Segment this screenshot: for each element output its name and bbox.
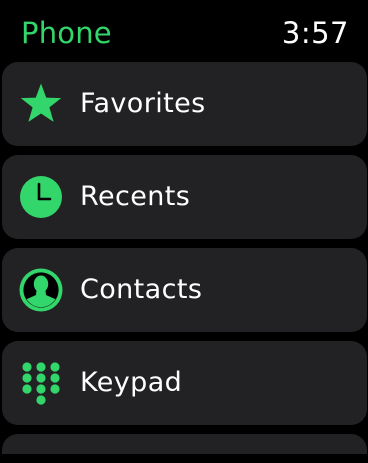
menu-item-label: Favorites [80,88,206,119]
app-title: Phone [21,16,112,50]
menu-item-contacts[interactable]: Contacts [2,248,367,332]
keypad-icon [19,361,63,405]
menu-item-keypad[interactable]: Keypad [2,341,367,425]
star-icon [19,82,63,126]
menu-item-partial[interactable] [2,434,367,454]
menu-item-favorites[interactable]: Favorites [2,62,367,146]
menu-list: Favorites Recents Contacts Keypad [2,62,367,463]
clock: 3:57 [281,16,349,50]
person-icon [19,268,63,312]
clock-icon [19,175,63,219]
menu-item-label: Contacts [80,274,203,305]
status-bar: Phone 3:57 [0,0,368,60]
menu-item-recents[interactable]: Recents [2,155,367,239]
menu-item-label: Keypad [80,367,183,398]
menu-item-label: Recents [80,181,191,212]
